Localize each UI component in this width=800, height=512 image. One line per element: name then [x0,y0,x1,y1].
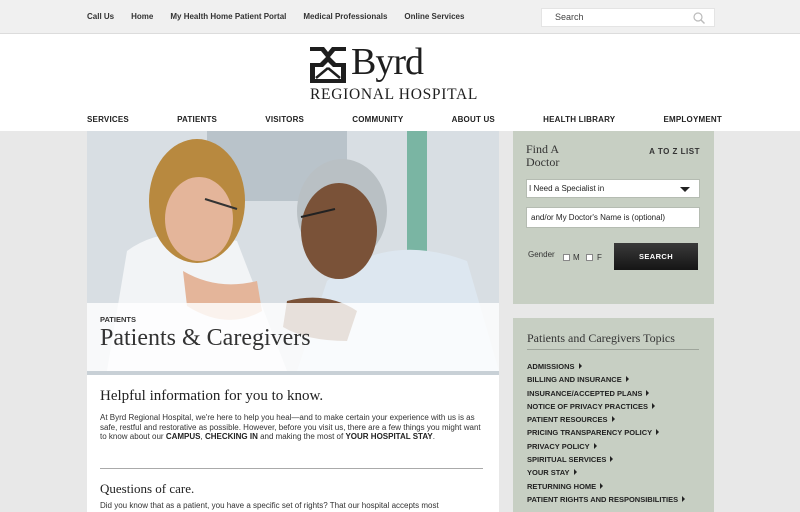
topics-list: ADMISSIONS BILLING AND INSURANCE INSURAN… [527,362,685,508]
patient-portal-link[interactable]: My Health Home Patient Portal [170,12,286,21]
intro-paragraph: At Byrd Regional Hospital, we're here to… [100,413,485,442]
online-services-link[interactable]: Online Services [404,12,464,21]
topic-privacy-policy[interactable]: PRIVACY POLICY [527,442,685,455]
content-divider [100,468,483,469]
topics-title: Patients and Caregivers Topics [527,331,675,345]
nav-community[interactable]: COMMUNITY [352,115,403,124]
hero-banner: PATIENTS Patients & Caregivers [87,131,499,371]
gender-m-label: M [573,253,580,262]
home-link[interactable]: Home [131,12,153,21]
care-heading: Questions of care. [100,481,195,496]
topic-pricing-transparency-policy[interactable]: PRICING TRANSPARENCY POLICY [527,428,685,441]
topic-admissions[interactable]: ADMISSIONS [527,362,685,375]
search-icon[interactable] [693,12,705,24]
campus-link[interactable]: CAMPUS [166,432,201,441]
gender-f-checkbox[interactable] [586,254,593,261]
doctor-name-field[interactable]: and/or My Doctor's Name is (optional) [526,207,700,228]
hero-caption: PATIENTS Patients & Caregivers [87,303,499,371]
topic-your-stay[interactable]: YOUR STAY [527,468,685,481]
medical-professionals-link[interactable]: Medical Professionals [303,12,387,21]
nav-about-us[interactable]: ABOUT US [452,115,495,124]
topics-divider [527,349,699,350]
hero-kicker: PATIENTS [100,315,136,324]
nav-visitors[interactable]: VISITORS [265,115,304,124]
utility-links: Call Us Home My Health Home Patient Port… [87,12,464,21]
utility-bar: Call Us Home My Health Home Patient Port… [0,0,800,34]
find-a-doctor-panel: Find A Doctor A TO Z LIST I Need a Speci… [513,131,714,304]
nav-employment[interactable]: EMPLOYMENT [664,115,722,124]
intro-end: . [432,432,435,441]
chevron-down-icon [680,187,690,192]
a-to-z-list-link[interactable]: A TO Z LIST [649,147,700,156]
doctor-search-button[interactable]: SEARCH [614,243,698,270]
topic-returning-home[interactable]: RETURNING HOME [527,482,685,495]
hospital-stay-link[interactable]: YOUR HOSPITAL STAY [345,432,432,441]
main-nav: SERVICES PATIENTS VISITORS COMMUNITY ABO… [87,115,722,124]
checking-in-link[interactable]: CHECKING IN [205,432,258,441]
intro-mid: and making the most of [257,432,346,441]
find-doctor-title: Find A Doctor [526,142,560,169]
topic-patient-rights[interactable]: PATIENT RIGHTS AND RESPONSIBILITIES [527,495,685,508]
logo-subtitle: REGIONAL HOSPITAL [310,86,479,103]
specialist-select-value: I Need a Specialist in [529,184,605,193]
nav-health-library[interactable]: HEALTH LIBRARY [543,115,615,124]
logo-emblem-icon [310,47,346,83]
topic-insurance-accepted-plans[interactable]: INSURANCE/ACCEPTED PLANS [527,389,685,402]
care-paragraph: Did you know that as a patient, you have… [100,501,439,510]
topic-billing-and-insurance[interactable]: BILLING AND INSURANCE [527,375,685,388]
search-input[interactable]: Search [541,8,715,27]
intro-heading: Helpful information for you to know. [100,388,324,404]
topics-panel: Patients and Caregivers Topics ADMISSION… [513,318,714,512]
logo-wordmark: Byrd [351,41,424,83]
nav-services[interactable]: SERVICES [87,115,129,124]
topic-spiritual-services[interactable]: SPIRITUAL SERVICES [527,455,685,468]
nav-patients[interactable]: PATIENTS [177,115,217,124]
doctor-name-placeholder: and/or My Doctor's Name is (optional) [531,213,666,222]
gender-m-checkbox[interactable] [563,254,570,261]
gender-f-label: F [597,253,602,262]
site-header: Byrd REGIONAL HOSPITAL SERVICES PATIENTS… [0,34,800,131]
specialist-select[interactable]: I Need a Specialist in [526,179,700,198]
topic-patient-resources[interactable]: PATIENT RESOURCES [527,415,685,428]
gender-label: Gender [528,250,555,259]
search-placeholder: Search [555,12,584,22]
page-title: Patients & Caregivers [100,325,311,351]
main-content: Helpful information for you to know. At … [87,371,499,512]
call-us-link[interactable]: Call Us [87,12,114,21]
topic-notice-of-privacy-practices[interactable]: NOTICE OF PRIVACY PRACTICES [527,402,685,415]
